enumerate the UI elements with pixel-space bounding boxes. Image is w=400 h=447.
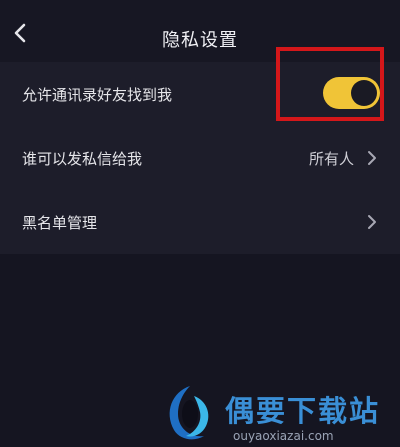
watermark-url: ouyaoxiazai.com bbox=[233, 429, 334, 443]
setting-value: 所有人 bbox=[308, 150, 354, 168]
red-highlight-box bbox=[276, 47, 384, 121]
setting-label: 允许通讯录好友找到我 bbox=[22, 86, 173, 104]
setting-label: 谁可以发私信给我 bbox=[22, 150, 143, 168]
watermark-brand: 偶要下载站 bbox=[225, 394, 381, 428]
setting-label: 黑名单管理 bbox=[22, 214, 98, 232]
setting-blacklist-management[interactable]: 黑名单管理 bbox=[0, 190, 400, 254]
chevron-right-icon bbox=[368, 215, 376, 229]
setting-who-can-message-me[interactable]: 谁可以发私信给我 所有人 bbox=[0, 126, 400, 190]
chevron-right-icon bbox=[368, 151, 376, 165]
watermark-logo-icon bbox=[169, 386, 209, 440]
